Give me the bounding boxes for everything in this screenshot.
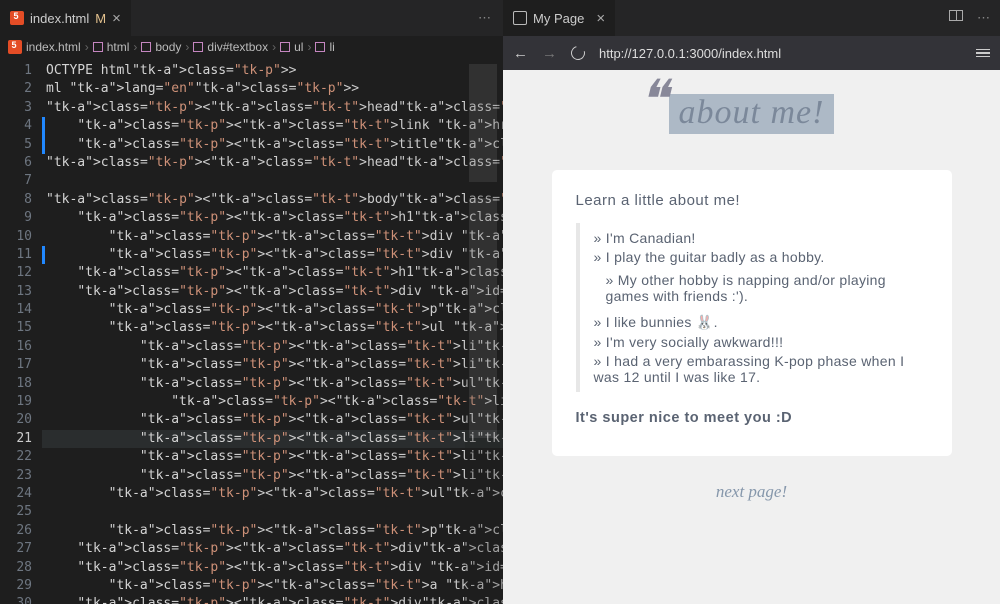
page-title-text: about me! bbox=[679, 94, 825, 131]
back-button[interactable]: ← bbox=[513, 45, 528, 62]
code-editor[interactable]: 1234567891011121314151617181920212223242… bbox=[0, 58, 503, 604]
tab-overflow-icon[interactable]: ⋯ bbox=[478, 10, 503, 26]
html-icon bbox=[10, 11, 24, 25]
forward-button[interactable]: → bbox=[542, 45, 557, 62]
preview-tabs: My Page × ⋯ bbox=[503, 0, 1000, 36]
close-icon[interactable]: × bbox=[112, 11, 121, 26]
line-gutter: 1234567891011121314151617181920212223242… bbox=[0, 58, 42, 604]
preview-icon bbox=[513, 11, 527, 25]
editor-tabs: index.html M × ⋯ bbox=[0, 0, 503, 36]
breadcrumb-item[interactable]: div#textbox bbox=[207, 40, 268, 54]
close-icon[interactable]: × bbox=[596, 11, 605, 26]
code-content[interactable]: OCTYPE html"tk-a">class="tk-p">>ml "tk-a… bbox=[42, 58, 503, 604]
quote-glyph: ❝ bbox=[639, 70, 669, 131]
html-icon bbox=[8, 40, 22, 54]
list-item: I play the guitar badly as a hobby. My o… bbox=[594, 249, 928, 311]
list-item: I had a very embarassing K-pop phase whe… bbox=[594, 353, 928, 385]
list-item: I like bunnies 🐰. bbox=[594, 314, 928, 331]
address-bar[interactable]: http://127.0.0.1:3000/index.html bbox=[599, 46, 781, 61]
page-title: ❝ about me! bbox=[669, 94, 835, 134]
chevron-right-icon: › bbox=[307, 40, 311, 54]
editor-pane: index.html M × ⋯ index.html › html › bod… bbox=[0, 0, 503, 604]
breadcrumbs[interactable]: index.html › html › body › div#textbox ›… bbox=[0, 36, 503, 58]
minimap[interactable] bbox=[465, 58, 503, 604]
chevron-right-icon: › bbox=[185, 40, 189, 54]
refresh-button[interactable] bbox=[568, 43, 587, 62]
menu-icon[interactable] bbox=[976, 47, 990, 60]
preview-actions: ⋯ bbox=[949, 10, 1000, 26]
overflow-icon[interactable]: ⋯ bbox=[977, 10, 990, 26]
preview-tab-title: My Page bbox=[533, 11, 584, 26]
symbol-icon bbox=[141, 42, 151, 52]
next-page-link[interactable]: next page! bbox=[716, 482, 787, 502]
rendered-page: ❝ about me! Learn a little about me! I'm… bbox=[503, 70, 1000, 604]
split-editor-icon[interactable] bbox=[949, 10, 963, 21]
browser-toolbar: ← → http://127.0.0.1:3000/index.html bbox=[503, 36, 1000, 70]
list-item: I'm Canadian! bbox=[594, 230, 928, 246]
about-card: Learn a little about me! I'm Canadian! I… bbox=[552, 170, 952, 456]
breadcrumb-item[interactable]: ul bbox=[294, 40, 303, 54]
symbol-icon bbox=[93, 42, 103, 52]
symbol-icon bbox=[315, 42, 325, 52]
list-item: I'm very socially awkward!!! bbox=[594, 334, 928, 350]
preview-tab[interactable]: My Page × bbox=[503, 0, 615, 36]
breadcrumb-item[interactable]: li bbox=[329, 40, 334, 54]
breadcrumb-item[interactable]: index.html bbox=[26, 40, 81, 54]
chevron-right-icon: › bbox=[85, 40, 89, 54]
about-list: I'm Canadian! I play the guitar badly as… bbox=[576, 223, 928, 392]
breadcrumb-item[interactable]: html bbox=[107, 40, 130, 54]
tab-modified-suffix: M bbox=[95, 11, 106, 26]
tab-filename: index.html bbox=[30, 11, 89, 26]
tab-index-html[interactable]: index.html M × bbox=[0, 0, 131, 36]
chevron-right-icon: › bbox=[272, 40, 276, 54]
chevron-right-icon: › bbox=[133, 40, 137, 54]
list-item: My other hobby is napping and/or playing… bbox=[606, 272, 928, 304]
symbol-icon bbox=[280, 42, 290, 52]
breadcrumb-item[interactable]: body bbox=[155, 40, 181, 54]
card-intro: Learn a little about me! bbox=[576, 192, 928, 209]
preview-pane: My Page × ⋯ ← → http://127.0.0.1:3000/in… bbox=[503, 0, 1000, 604]
closing-text: It's super nice to meet you :D bbox=[576, 410, 928, 426]
symbol-icon bbox=[193, 42, 203, 52]
